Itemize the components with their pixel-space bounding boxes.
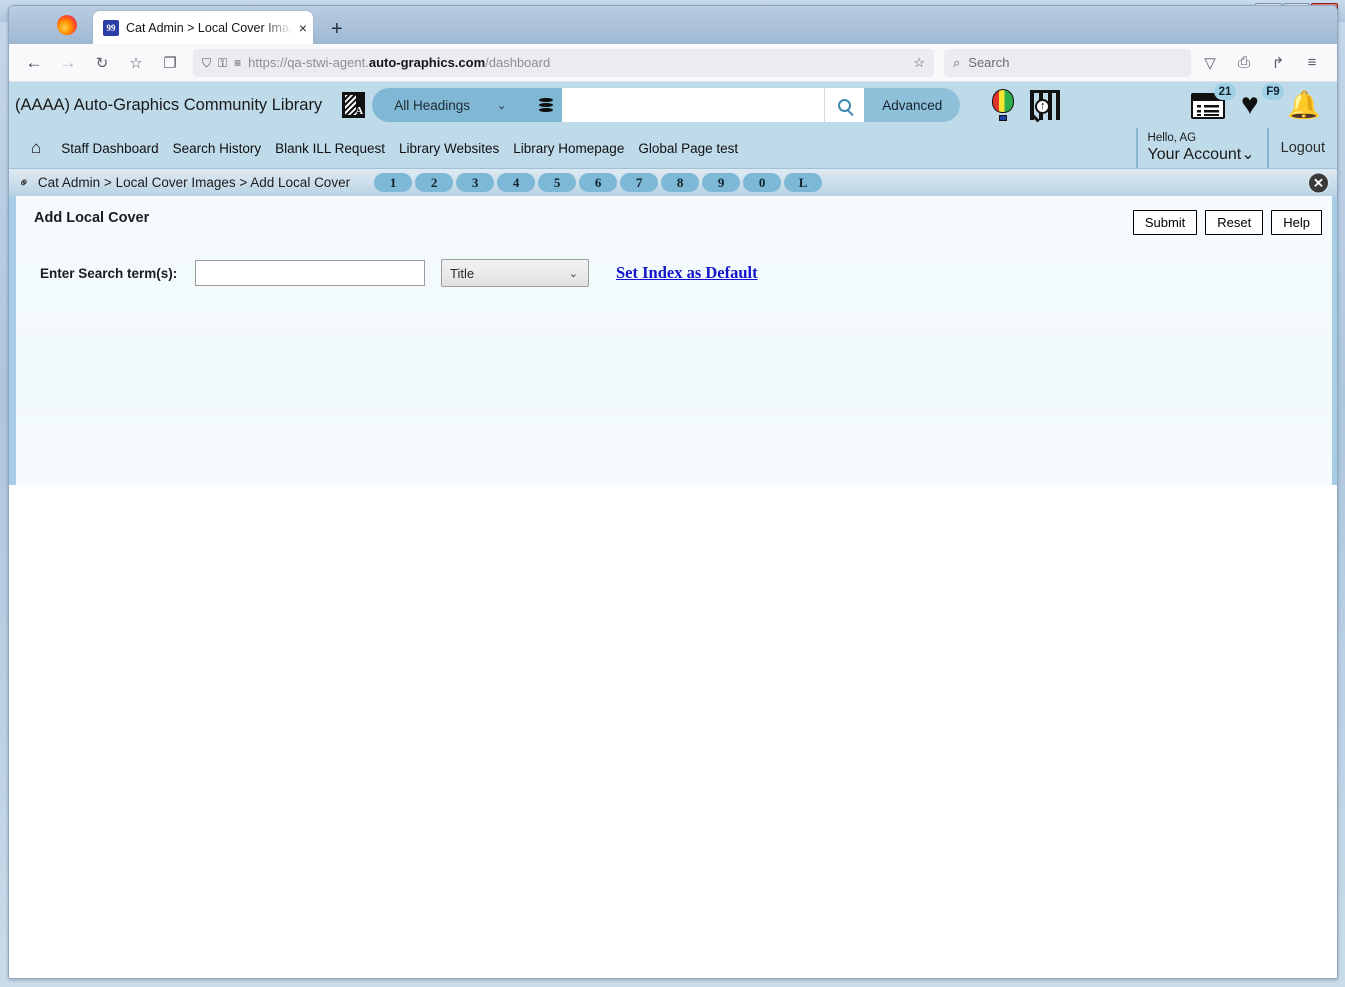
index-pill[interactable]: 2 — [415, 173, 454, 192]
search-index-value: All Headings — [394, 97, 470, 113]
nav-item-library-homepage[interactable]: Library Homepage — [513, 141, 624, 156]
logout-button[interactable]: Logout — [1266, 128, 1337, 168]
nav-item-library-websites[interactable]: Library Websites — [399, 141, 499, 156]
new-tab-button[interactable]: + — [331, 19, 343, 39]
hot-air-balloon-icon[interactable] — [990, 89, 1016, 121]
requests-list-icon[interactable]: 21 — [1191, 83, 1237, 125]
main-nav-links: ⌂ Staff Dashboard Search History Blank I… — [17, 138, 738, 158]
tab-title: Cat Admin > Local Cover Images — [126, 20, 292, 35]
search-submit-button[interactable] — [824, 88, 865, 122]
forward-button[interactable]: → — [53, 49, 83, 77]
index-pill[interactable]: 5 — [538, 173, 577, 192]
back-button[interactable]: ← — [19, 49, 49, 77]
alpha-index-pills: 1 2 3 4 5 6 7 8 9 0 L — [374, 173, 823, 192]
index-pill[interactable]: 8 — [661, 173, 700, 192]
alphabet-browse-icon[interactable] — [342, 92, 366, 118]
index-pill[interactable]: 3 — [456, 173, 495, 192]
account-label: Your Account⌄ — [1147, 146, 1255, 164]
index-pill[interactable]: 4 — [497, 173, 536, 192]
url-text: https://qa-stwi-agent.auto-graphics.com/… — [248, 55, 550, 70]
browser-menu-icon[interactable]: ≡ — [1297, 49, 1327, 77]
reload-button[interactable]: ↻ — [87, 49, 117, 77]
link-icon: ⚭ — [14, 172, 34, 192]
account-greeting: Hello, AG — [1147, 131, 1197, 144]
share-icon[interactable]: ↱ — [1263, 49, 1293, 77]
index-select-value: Title — [450, 265, 475, 281]
page-blank-area — [9, 485, 1337, 978]
book-scan-icon[interactable]: ↑ — [1030, 90, 1061, 122]
page-title: Add Local Cover — [34, 210, 150, 226]
app-search-input-wrap[interactable] — [562, 88, 825, 122]
help-button[interactable]: Help — [1271, 210, 1322, 235]
notifications-bell-icon[interactable]: 🔔 — [1287, 85, 1333, 125]
search-term-label: Enter Search term(s): — [40, 265, 178, 281]
favorites-heart-icon[interactable]: ♥ F9 — [1239, 83, 1285, 125]
bookmark-icon[interactable]: ☆ — [121, 49, 151, 77]
nav-item-global-page-test[interactable]: Global Page test — [638, 141, 738, 156]
breadcrumb-bar: ⚭ Cat Admin > Local Cover Images > Add L… — [9, 168, 1337, 196]
index-pill[interactable]: 6 — [579, 173, 618, 192]
requests-badge: 21 — [1214, 83, 1236, 100]
index-pill[interactable]: 9 — [702, 173, 741, 192]
os-window: ✕ 99 Cat Admin > Local Cover Images × + … — [0, 0, 1345, 987]
reset-button[interactable]: Reset — [1205, 210, 1264, 235]
index-pill[interactable]: 0 — [743, 173, 782, 192]
chevron-down-icon: ⌄ — [496, 99, 507, 112]
search-placeholder: Search — [968, 55, 1010, 70]
index-select[interactable]: Title ⌄ — [441, 259, 589, 287]
library-name: (AAAA) Auto-Graphics Community Library — [15, 95, 323, 114]
browser-window: 99 Cat Admin > Local Cover Images × + ← … — [8, 5, 1338, 979]
shield-icon: ⛉ — [202, 55, 212, 70]
main-nav-bar: ⌂ Staff Dashboard Search History Blank I… — [9, 128, 1337, 168]
add-local-cover-panel: Add Local Cover Submit Reset Help Enter … — [9, 196, 1337, 485]
permissions-icon: ≡ — [234, 55, 242, 70]
pocket-icon[interactable]: ▽ — [1195, 49, 1225, 77]
browser-toolbar: ← → ↻ ☆ ❐ ⛉ ⚿ ≡ https://qa-stwi-agent.au… — [9, 44, 1337, 82]
app-header: (AAAA) Auto-Graphics Community Library A… — [9, 82, 1337, 128]
account-block: Hello, AG Your Account⌄ Logout — [1135, 128, 1337, 168]
print-icon[interactable]: ⎙ — [1229, 49, 1259, 77]
tab-close-icon[interactable]: × — [299, 21, 307, 35]
container-tab-icon[interactable]: ❐ — [155, 49, 185, 77]
home-icon[interactable]: ⌂ — [31, 138, 41, 158]
url-prefix: https://qa-stwi-agent. — [248, 55, 369, 70]
url-bar[interactable]: ⛉ ⚿ ≡ https://qa-stwi-agent.auto-graphic… — [193, 48, 934, 77]
tab-favicon-icon: 99 — [103, 19, 119, 36]
search-index-dropdown[interactable]: All Headings ⌄ — [372, 88, 531, 122]
header-tool-icons: ↑ — [990, 89, 1061, 122]
panel-header: Add Local Cover Submit Reset Help — [16, 196, 1332, 235]
browser-tabstrip: 99 Cat Admin > Local Cover Images × + — [9, 6, 1337, 44]
index-pill[interactable]: 7 — [620, 173, 659, 192]
favorites-badge: F9 — [1262, 83, 1284, 100]
breadcrumb: Cat Admin > Local Cover Images > Add Loc… — [37, 175, 351, 190]
search-term-input[interactable] — [195, 260, 425, 286]
search-icon — [838, 98, 852, 112]
browser-tab[interactable]: 99 Cat Admin > Local Cover Images × — [93, 11, 313, 44]
search-term-form-row: Enter Search term(s): Title ⌄ Set Index … — [16, 235, 1332, 287]
your-account-menu[interactable]: Hello, AG Your Account⌄ — [1135, 128, 1267, 168]
search-icon: ⌕ — [953, 54, 961, 70]
header-status-icons: 21 ♥ F9 🔔 — [1191, 83, 1337, 125]
chevron-down-icon: ⌄ — [568, 267, 578, 280]
page-content: (AAAA) Auto-Graphics Community Library A… — [9, 82, 1337, 978]
url-domain: auto-graphics.com — [368, 55, 486, 70]
search-input[interactable] — [562, 88, 825, 122]
close-icon[interactable]: ✕ — [1308, 172, 1329, 193]
lock-icon: ⚿ — [218, 55, 228, 70]
bookmark-star-icon[interactable]: ☆ — [913, 55, 925, 71]
nav-item-search-history[interactable]: Search History — [173, 141, 262, 156]
index-pill[interactable]: L — [784, 173, 823, 192]
database-stack-icon[interactable] — [530, 88, 563, 122]
submit-button[interactable]: Submit — [1132, 210, 1198, 235]
panel-action-buttons: Submit Reset Help — [1132, 210, 1332, 235]
nav-item-blank-ill-request[interactable]: Blank ILL Request — [275, 141, 385, 156]
index-pill[interactable]: 1 — [374, 173, 413, 192]
set-index-as-default-link[interactable]: Set Index as Default — [616, 263, 758, 283]
url-path: /dashboard — [485, 55, 551, 70]
header-search-cluster: All Headings ⌄ Advanced — [342, 88, 961, 122]
firefox-logo-icon — [57, 15, 77, 35]
browser-search-box[interactable]: ⌕ Search — [944, 48, 1191, 77]
nav-item-staff-dashboard[interactable]: Staff Dashboard — [61, 141, 158, 156]
advanced-search-button[interactable]: Advanced — [864, 88, 961, 122]
